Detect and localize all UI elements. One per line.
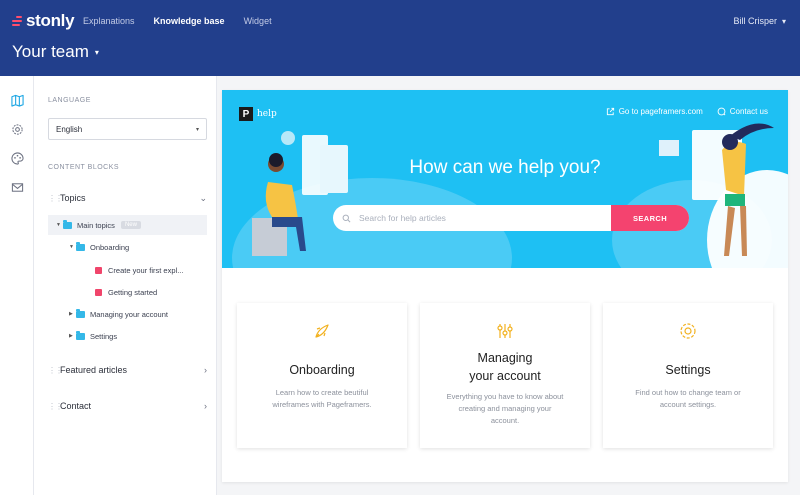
team-selector[interactable]: Your team ▾ [12,42,99,62]
document-icon [95,288,102,296]
top-nav: Explanations Knowledge base Widget [83,16,272,26]
triangle-down-icon[interactable]: ▼ [69,244,76,250]
tree-label: Main topics [77,220,115,230]
hero-title: How can we help you? [409,157,601,178]
card-managing-account[interactable]: Managing your account Everything you hav… [420,303,590,448]
card-description: Everything you have to know about creati… [446,392,564,425]
card-title: Managing [477,351,533,365]
stonly-logo-mark-icon [12,16,22,26]
content-sidebar: LANGUAGE English ▾ CONTENT BLOCKS ⋮⋮ Top… [34,76,217,495]
tree-item-onboarding[interactable]: ▼ Onboarding [48,237,207,257]
triangle-right-icon[interactable]: ▶ [69,333,76,339]
brand-name: help [257,109,277,119]
document-icon [95,266,102,274]
tree-label: Settings [90,331,118,341]
folder-icon [76,331,85,340]
tree-item-doc[interactable]: Getting started [48,282,207,302]
nav-widget[interactable]: Widget [244,16,272,26]
drag-handle-icon[interactable]: ⋮⋮ [48,366,63,375]
site-link[interactable]: Go to pageframers.com [606,107,703,116]
brand-logo[interactable]: P help [239,107,277,121]
language-value: English [56,124,83,134]
gear-icon [603,321,773,341]
block-contact[interactable]: ⋮⋮ Contact › [48,397,207,415]
rocket-icon [237,321,407,341]
drag-handle-icon[interactable]: ⋮⋮ [48,194,63,203]
icon-rail [0,76,34,495]
team-name: Your team [12,42,89,61]
nav-explanations[interactable]: Explanations [83,16,135,26]
logo-text: stonly [26,11,75,30]
brand-letter: P [239,107,253,121]
contact-link[interactable]: Contact us [717,107,768,116]
help-search-bar: SEARCH [333,205,689,231]
chevron-down-icon[interactable]: ⌄ [199,193,207,204]
language-select[interactable]: English ▾ [48,118,207,140]
card-onboarding[interactable]: Onboarding Learn how to create beutiful … [237,303,407,448]
topic-cards: Onboarding Learn how to create beutiful … [237,303,773,448]
tree-label: Getting started [108,287,158,297]
tree-item-doc[interactable]: Create your first expl... [48,260,207,280]
caret-down-icon: ▾ [94,47,99,57]
map-icon[interactable] [10,93,24,107]
block-featured-articles[interactable]: ⋮⋮ Featured articles › [48,361,207,379]
block-topics[interactable]: ⋮⋮ Topics ⌄ [48,189,207,207]
tree-label: Onboarding [90,242,130,252]
hero-banner: P help Go to pageframers.com Contact us … [222,90,788,268]
new-badge: New [120,221,141,229]
help-search-input[interactable] [359,213,611,223]
caret-down-icon: ▾ [781,16,786,26]
nav-knowledge-base[interactable]: Knowledge base [154,16,225,26]
block-featured-label: Featured articles [60,365,128,375]
tree-item-main-topics[interactable]: ▼ Main topics New [48,215,207,235]
tree-label: Create your first expl... [108,265,184,275]
sliders-icon [420,321,590,341]
drag-handle-icon[interactable]: ⋮⋮ [48,402,63,411]
tree-item-settings[interactable]: ▶ Settings [48,326,207,346]
external-link-icon [606,107,614,116]
top-bar: stonly Explanations Knowledge base Widge… [0,0,800,76]
folder-icon [76,309,85,318]
chat-icon [717,107,726,116]
language-label: LANGUAGE [48,97,91,104]
gear-icon[interactable] [10,122,24,136]
block-topics-label: Topics [60,193,86,203]
search-button[interactable]: SEARCH [611,205,689,231]
card-title: Onboarding [289,363,355,377]
chevron-right-icon[interactable]: › [204,365,207,375]
folder-icon [76,242,85,251]
help-center-preview: P help Go to pageframers.com Contact us … [222,90,788,482]
user-name: Bill Crisper [733,16,777,26]
stonly-logo[interactable]: stonly [12,11,75,31]
search-icon [333,214,359,223]
mail-icon[interactable] [10,180,24,194]
card-settings[interactable]: Settings Find out how to change team or … [603,303,773,448]
triangle-down-icon[interactable]: ▼ [56,222,63,228]
tree-item-managing[interactable]: ▶ Managing your account [48,304,207,324]
user-menu[interactable]: Bill Crisper ▾ [733,16,786,26]
content-blocks-label: CONTENT BLOCKS [48,164,120,171]
chevron-right-icon[interactable]: › [204,401,207,411]
block-contact-label: Contact [60,401,92,411]
folder-icon [63,220,72,229]
hero-links: Go to pageframers.com Contact us [606,107,768,116]
tree-label: Managing your account [90,309,168,319]
card-title: Settings [665,363,711,377]
caret-down-icon: ▾ [195,126,199,133]
hero-illustration [232,123,788,268]
triangle-right-icon[interactable]: ▶ [69,311,76,317]
card-description: Learn how to create beutiful wireframes … [272,388,372,409]
card-description: Find out how to change team or account s… [635,388,741,409]
palette-icon[interactable] [10,151,24,165]
card-title-line2: your account [469,369,541,383]
